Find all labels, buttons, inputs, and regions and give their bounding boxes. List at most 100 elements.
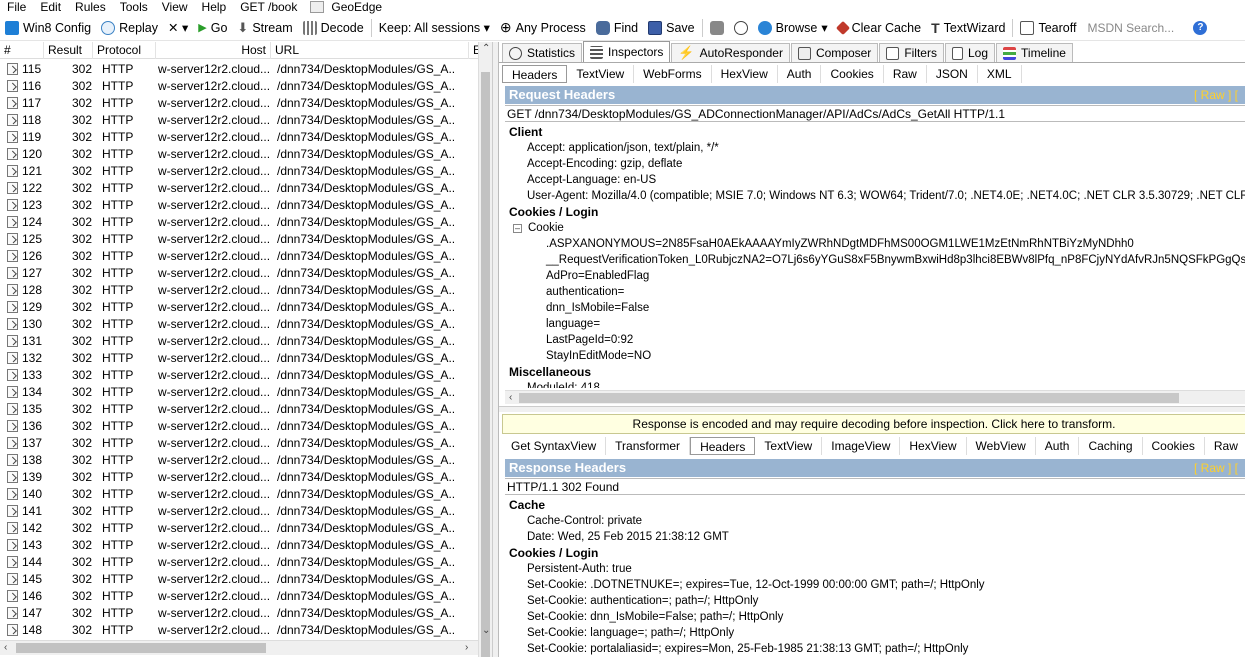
menu-rules[interactable]: Rules [68,0,113,14]
scrollbar-thumb[interactable] [519,393,1179,403]
session-row[interactable]: 140 302 HTTP w-server12r2.cloud... /dnn734/D… [0,485,478,502]
replay-button[interactable]: Replay [96,16,163,40]
tab-composer[interactable]: Composer [790,43,879,62]
session-row[interactable]: 121 302 HTTP w-server12r2.cloud... /dnn734/D… [0,162,478,179]
response-tab-imageview[interactable]: ImageView [822,437,901,455]
menu-view[interactable]: View [155,0,195,14]
screenshot-button[interactable] [705,16,729,40]
column-protocol[interactable]: Protocol [93,42,156,59]
column-result[interactable]: Result [44,42,93,59]
session-row[interactable]: 137 302 HTTP w-server12r2.cloud... /dnn734/D… [0,434,478,451]
save-button[interactable]: Save [643,16,700,40]
response-tab-textview[interactable]: TextView [755,437,823,455]
menu-edit[interactable]: Edit [33,0,68,14]
decode-button[interactable]: Decode [298,16,369,40]
request-tab-raw[interactable]: Raw [884,65,927,83]
win8-config-button[interactable]: Win8 Config [0,16,96,40]
session-row[interactable]: 148 302 HTTP w-server12r2.cloud... /dnn734/D… [0,621,478,638]
session-row[interactable]: 147 302 HTTP w-server12r2.cloud... /dnn734/D… [0,604,478,621]
scrollbar-thumb[interactable] [16,643,266,653]
session-row[interactable]: 127 302 HTTP w-server12r2.cloud... /dnn734/D… [0,264,478,281]
tab-log[interactable]: Log [944,43,996,62]
session-row[interactable]: 116 302 HTTP w-server12r2.cloud... /dnn734/D… [0,77,478,94]
menu-file[interactable]: File [0,0,33,14]
scroll-up-icon[interactable]: ⌃ [482,43,490,54]
stream-button[interactable]: ⬇ Stream [232,16,297,40]
browse-button[interactable]: Browse ▾ [753,16,833,40]
column-url[interactable]: URL [271,42,469,59]
session-row[interactable]: 117 302 HTTP w-server12r2.cloud... /dnn734/D… [0,94,478,111]
cookie-node[interactable]: – Cookie [505,220,1245,236]
tab-filters[interactable]: Filters [879,43,944,62]
timer-button[interactable] [729,16,753,40]
request-horizontal-scrollbar[interactable]: ‹ [505,390,1245,404]
help-icon[interactable]: ? [1193,20,1208,35]
any-process-button[interactable]: ⊕ Any Process [495,16,591,40]
response-raw-link[interactable]: [ Raw ] [ [1194,459,1238,477]
keep-sessions-dropdown[interactable]: Keep: All sessions ▾ [374,16,495,40]
session-row[interactable]: 146 302 HTTP w-server12r2.cloud... /dnn734/D… [0,587,478,604]
tearoff-button[interactable]: Tearoff [1015,16,1081,40]
request-tab-xml[interactable]: XML [978,65,1022,83]
find-button[interactable]: Find [591,16,643,40]
response-tab-caching[interactable]: Caching [1079,437,1143,455]
menu-get-book[interactable]: GET /book [233,0,304,14]
session-row[interactable]: 120 302 HTTP w-server12r2.cloud... /dnn734/D… [0,145,478,162]
request-tab-json[interactable]: JSON [927,65,978,83]
scroll-down-icon[interactable]: ⌄ [482,625,490,636]
scroll-left-icon[interactable]: ‹ [4,642,7,653]
collapse-icon[interactable]: – [513,223,522,233]
sessions-vertical-scrollbar[interactable]: ⌃ ⌄ [478,42,492,657]
tab-statistics[interactable]: Statistics [502,43,583,62]
session-row[interactable]: 136 302 HTTP w-server12r2.cloud... /dnn734/D… [0,417,478,434]
go-button[interactable]: ▶ Go [193,16,232,40]
session-row[interactable]: 125 302 HTTP w-server12r2.cloud... /dnn734/D… [0,230,478,247]
session-row[interactable]: 129 302 HTTP w-server12r2.cloud... /dnn734/D… [0,298,478,315]
column-number[interactable]: # [0,42,44,59]
tab-inspectors[interactable]: Inspectors [583,41,671,62]
request-tab-auth[interactable]: Auth [778,65,822,83]
menu-tools[interactable]: Tools [113,0,155,14]
menu-geoedge[interactable]: GeoEdge [324,0,389,14]
session-row[interactable]: 142 302 HTTP w-server12r2.cloud... /dnn734/D… [0,519,478,536]
session-row[interactable]: 124 302 HTTP w-server12r2.cloud... /dnn734/D… [0,213,478,230]
response-tab-headers[interactable]: Headers [690,437,756,455]
request-tab-cookies[interactable]: Cookies [821,65,884,83]
remove-sessions-button[interactable]: ✕ ▾ [163,16,193,40]
decode-notice-bar[interactable]: Response is encoded and may require deco… [502,414,1245,434]
request-tab-hexview[interactable]: HexView [712,65,778,83]
session-row[interactable]: 145 302 HTTP w-server12r2.cloud... /dnn734/D… [0,570,478,587]
clear-cache-button[interactable]: Clear Cache [833,16,926,40]
request-tab-textview[interactable]: TextView [567,65,635,83]
session-row[interactable]: 131 302 HTTP w-server12r2.cloud... /dnn734/D… [0,332,478,349]
session-row[interactable]: 139 302 HTTP w-server12r2.cloud... /dnn734/D… [0,468,478,485]
response-tab-transformer[interactable]: Transformer [606,437,691,455]
session-row[interactable]: 128 302 HTTP w-server12r2.cloud... /dnn734/D… [0,281,478,298]
session-row[interactable]: 144 302 HTTP w-server12r2.cloud... /dnn734/D… [0,553,478,570]
session-row[interactable]: 135 302 HTTP w-server12r2.cloud... /dnn734/D… [0,400,478,417]
session-row[interactable]: 138 302 HTTP w-server12r2.cloud... /dnn734/D… [0,451,478,468]
session-row[interactable]: 115 302 HTTP w-server12r2.cloud... /dnn734/D… [0,60,478,77]
menu-help[interactable]: Help [195,0,234,14]
scroll-left-icon[interactable]: ‹ [509,392,512,403]
response-tab-hexview[interactable]: HexView [900,437,967,455]
session-row[interactable]: 122 302 HTTP w-server12r2.cloud... /dnn734/D… [0,179,478,196]
textwizard-button[interactable]: T TextWizard [926,16,1010,40]
session-row[interactable]: 123 302 HTTP w-server12r2.cloud... /dnn734/D… [0,196,478,213]
msdn-search-input[interactable]: MSDN Search... [1081,21,1189,35]
horizontal-splitter[interactable] [499,406,1245,412]
scroll-right-icon[interactable]: › [465,642,468,653]
tab-autoresponder[interactable]: ⚡ AutoResponder [671,43,790,62]
session-row[interactable]: 119 302 HTTP w-server12r2.cloud... /dnn734/D… [0,128,478,145]
column-host[interactable]: Host [156,42,271,59]
chevron-down-icon[interactable]: ▾ [821,20,827,35]
request-tab-headers[interactable]: Headers [502,65,568,83]
session-row[interactable]: 143 302 HTTP w-server12r2.cloud... /dnn734/D… [0,536,478,553]
response-tab-webview[interactable]: WebView [967,437,1036,455]
tab-timeline[interactable]: Timeline [996,43,1073,62]
response-tab-cookies[interactable]: Cookies [1143,437,1205,455]
response-tab-raw[interactable]: Raw [1205,437,1245,455]
request-tab-webforms[interactable]: WebForms [634,65,712,83]
session-row[interactable]: 130 302 HTTP w-server12r2.cloud... /dnn734/D… [0,315,478,332]
column-extra[interactable]: E [469,42,478,59]
